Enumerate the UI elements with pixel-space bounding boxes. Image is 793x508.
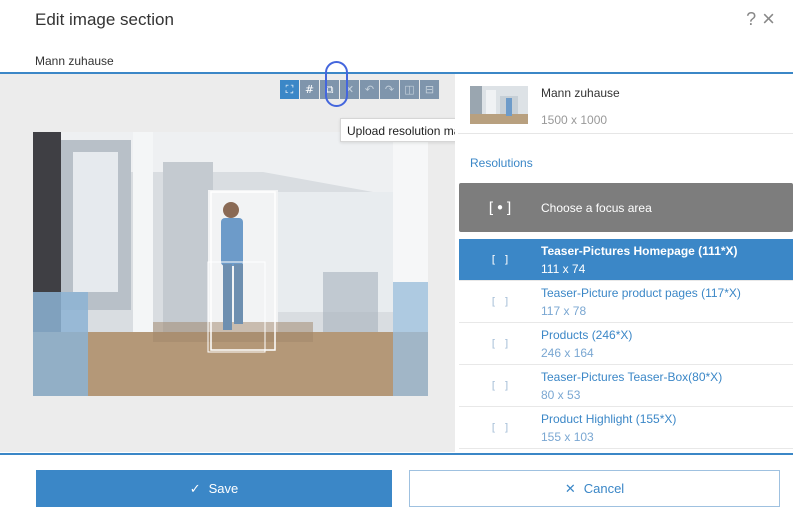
- resolution-dims: 111 x 74: [541, 261, 586, 276]
- help-icon[interactable]: ?: [746, 8, 756, 30]
- close-icon[interactable]: ×: [762, 8, 775, 30]
- resolution-item[interactable]: [ ] Teaser-Pictures Homepage (111*X) 111 …: [459, 239, 793, 281]
- resolutions-label: Resolutions: [470, 156, 533, 170]
- resolution-dims: 80 x 53: [541, 387, 581, 402]
- divider: [458, 133, 793, 134]
- resolution-item[interactable]: [ ] Teaser-Picture product pages (117*X)…: [459, 281, 793, 323]
- image-meta-name: Mann zuhause: [541, 86, 620, 100]
- undo-icon[interactable]: ↶: [360, 80, 379, 99]
- resolution-name: Teaser-Pictures Homepage (111*X): [541, 243, 738, 258]
- crop-frame-icon: [ ]: [490, 295, 510, 308]
- crop-icon[interactable]: #: [300, 80, 319, 99]
- editor-toolbar: ⛶ # ⧉ ✕ ↶ ↷ ◫ ⊟: [280, 80, 440, 99]
- resolution-name: Teaser-Picture product pages (117*X): [541, 285, 741, 300]
- resolution-name: Products (246*X): [541, 327, 633, 342]
- focus-area-icon[interactable]: ⛶: [280, 80, 299, 99]
- resolution-dims: 117 x 78: [541, 303, 587, 318]
- crop-frame-icon: [ ]: [490, 253, 510, 266]
- redo-icon[interactable]: ↷: [380, 80, 399, 99]
- image-thumbnail: [470, 86, 528, 124]
- editable-image[interactable]: [33, 132, 428, 396]
- resolution-dims: 246 x 164: [541, 345, 594, 360]
- resolutions-list: [ ] Teaser-Pictures Homepage (111*X) 111 …: [459, 239, 793, 450]
- image-meta-size: 1500 x 1000: [541, 113, 608, 127]
- save-button[interactable]: ✓ Save: [36, 470, 392, 507]
- resolution-item[interactable]: [ ] Products (246*X) 246 x 164: [459, 323, 793, 365]
- close-icon: ✕: [564, 480, 576, 496]
- resolution-item[interactable]: [ ] Product Highlight (155*X) 155 x 103: [459, 407, 793, 449]
- divider: [0, 453, 793, 455]
- image-name: Mann zuhause: [35, 54, 114, 68]
- resolution-dims: 155 x 103: [541, 429, 594, 444]
- dialog-title: Edit image section: [35, 10, 174, 29]
- focus-button-label: Choose a focus area: [541, 200, 652, 215]
- crop-frame-icon: [ ]: [490, 379, 510, 392]
- save-label: Save: [208, 481, 239, 496]
- crop-frame-icon: [ ]: [490, 337, 510, 350]
- resolution-item[interactable]: [ ] Teaser-Pictures Teaser-Box(80*X) 80 x…: [459, 365, 793, 407]
- check-icon: ✓: [189, 480, 201, 496]
- crop-frame-icon: [ ]: [490, 421, 510, 434]
- delete-icon[interactable]: ⊟: [420, 80, 439, 99]
- cancel-button[interactable]: ✕ Cancel: [409, 470, 780, 507]
- focus-area-icon: [•]: [486, 198, 514, 217]
- header-icons: ? ×: [746, 8, 775, 30]
- choose-focus-area-button[interactable]: [•] Choose a focus area: [459, 183, 793, 232]
- resolution-name: Product Highlight (155*X): [541, 411, 677, 426]
- resolution-name: Teaser-Pictures Teaser-Box(80*X): [541, 369, 723, 384]
- flip-icon[interactable]: ◫: [400, 80, 419, 99]
- highlight-circle: [325, 61, 348, 107]
- cancel-label: Cancel: [583, 481, 625, 496]
